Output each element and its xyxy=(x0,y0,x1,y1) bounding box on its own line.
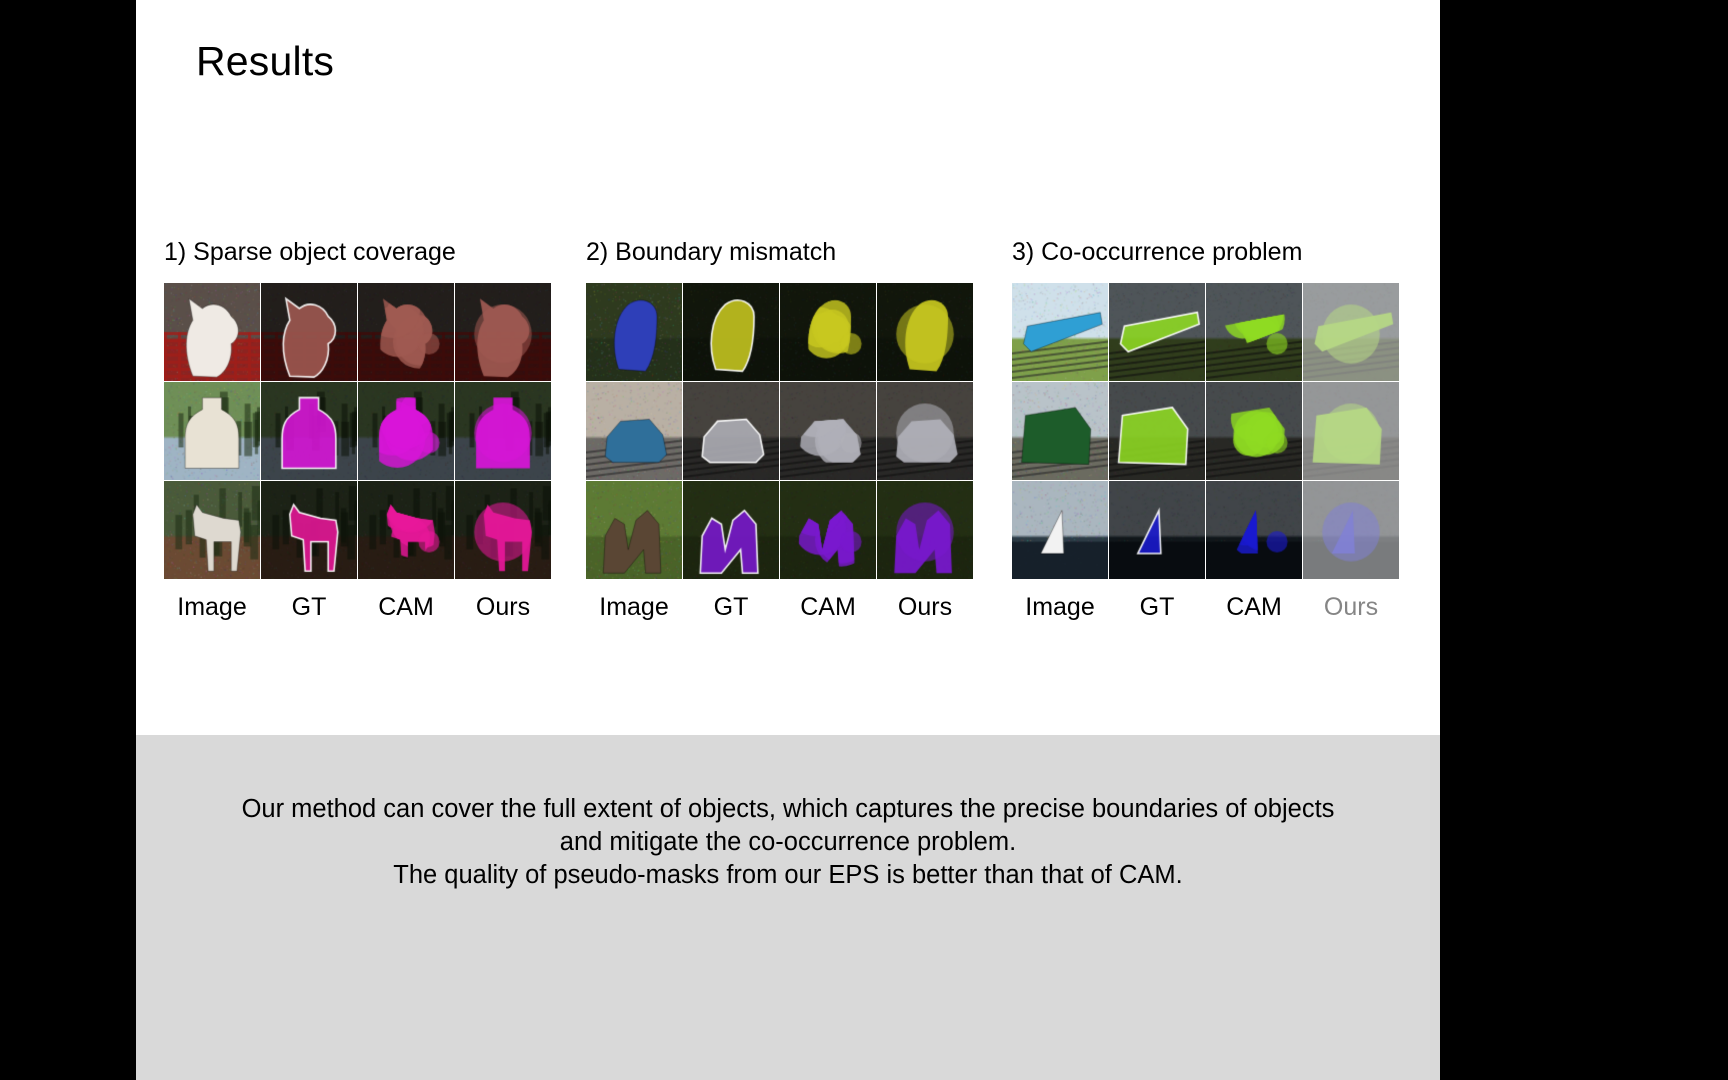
column-label-gt: GT xyxy=(1139,593,1175,621)
result-thumbnail-dog-cam xyxy=(780,481,876,579)
result-thumbnail-cat-ours xyxy=(455,283,551,381)
column-label-cam: CAM xyxy=(800,593,856,621)
result-thumbnail-bottle-cam xyxy=(358,382,454,480)
result-thumbnail-dog-gt xyxy=(683,481,779,579)
column-label-cam: CAM xyxy=(378,593,434,621)
result-thumbnail-bottle-image xyxy=(164,382,260,480)
result-thumbnail-train-green-image xyxy=(1012,382,1108,480)
result-thumbnail-bird-ours xyxy=(877,283,973,381)
result-thumbnail-train-blue-ours xyxy=(1303,283,1399,381)
caption-line-3: The quality of pseudo-masks from our EPS… xyxy=(393,861,1183,889)
result-thumbnail-car-cam xyxy=(780,382,876,480)
column-label-row: Image GT CAM Ours xyxy=(586,593,973,622)
result-thumbnail-horse-image xyxy=(164,481,260,579)
result-thumbnail-train-blue-image xyxy=(1012,283,1108,381)
results-image-grid xyxy=(586,283,973,579)
result-thumbnail-horse-gt xyxy=(261,481,357,579)
column-label-cam: CAM xyxy=(1226,593,1282,621)
column-label-image: Image xyxy=(177,593,247,621)
result-thumbnail-car-ours xyxy=(877,382,973,480)
result-thumbnail-train-blue-cam xyxy=(1206,283,1302,381)
caption-line-2: and mitigate the co-occurrence problem. xyxy=(559,828,1017,856)
result-thumbnail-bottle-gt xyxy=(261,382,357,480)
result-thumbnail-bird-image xyxy=(586,283,682,381)
result-thumbnail-boat-cam xyxy=(1206,481,1302,579)
result-thumbnail-train-green-ours xyxy=(1303,382,1399,480)
caption-band: Our method can cover the full extent of … xyxy=(136,735,1440,1080)
column-label-image: Image xyxy=(599,593,669,621)
column-label-ours: Ours xyxy=(1323,593,1379,621)
result-thumbnail-cat-cam xyxy=(358,283,454,381)
result-thumbnail-cat-image xyxy=(164,283,260,381)
column-label-gt: GT xyxy=(713,593,749,621)
result-thumbnail-bird-gt xyxy=(683,283,779,381)
results-image-grid xyxy=(164,283,551,579)
result-thumbnail-horse-cam xyxy=(358,481,454,579)
slide-stage: Results 1) Sparse object coverage Image G… xyxy=(0,0,1728,1080)
result-thumbnail-boat-gt xyxy=(1109,481,1205,579)
caption-line-1: Our method can cover the full extent of … xyxy=(241,795,1335,823)
result-thumbnail-boat-ours xyxy=(1303,481,1399,579)
column-label-ours: Ours xyxy=(897,593,953,621)
result-thumbnail-dog-ours xyxy=(877,481,973,579)
column-label-ours: Ours xyxy=(475,593,531,621)
result-thumbnail-train-green-gt xyxy=(1109,382,1205,480)
caption-text: Our method can cover the full extent of … xyxy=(136,793,1440,892)
column-label-gt: GT xyxy=(291,593,327,621)
column-label-row: Image GT CAM Ours xyxy=(164,593,551,622)
column-label-row: Image GT CAM Ours xyxy=(1012,593,1399,622)
result-thumbnail-cat-gt xyxy=(261,283,357,381)
group-heading: 3) Co-occurrence problem xyxy=(1012,238,1303,266)
result-thumbnail-train-green-cam xyxy=(1206,382,1302,480)
group-heading: 2) Boundary mismatch xyxy=(586,238,837,266)
result-thumbnail-dog-image xyxy=(586,481,682,579)
result-thumbnail-train-blue-gt xyxy=(1109,283,1205,381)
result-thumbnail-bird-cam xyxy=(780,283,876,381)
group-heading: 1) Sparse object coverage xyxy=(164,238,456,266)
results-image-grid xyxy=(1012,283,1399,579)
page-title: Results xyxy=(196,38,335,84)
result-thumbnail-boat-image xyxy=(1012,481,1108,579)
result-thumbnail-bottle-ours xyxy=(455,382,551,480)
result-thumbnail-car-gt xyxy=(683,382,779,480)
result-thumbnail-car-image xyxy=(586,382,682,480)
result-thumbnail-horse-ours xyxy=(455,481,551,579)
column-label-image: Image xyxy=(1025,593,1095,621)
